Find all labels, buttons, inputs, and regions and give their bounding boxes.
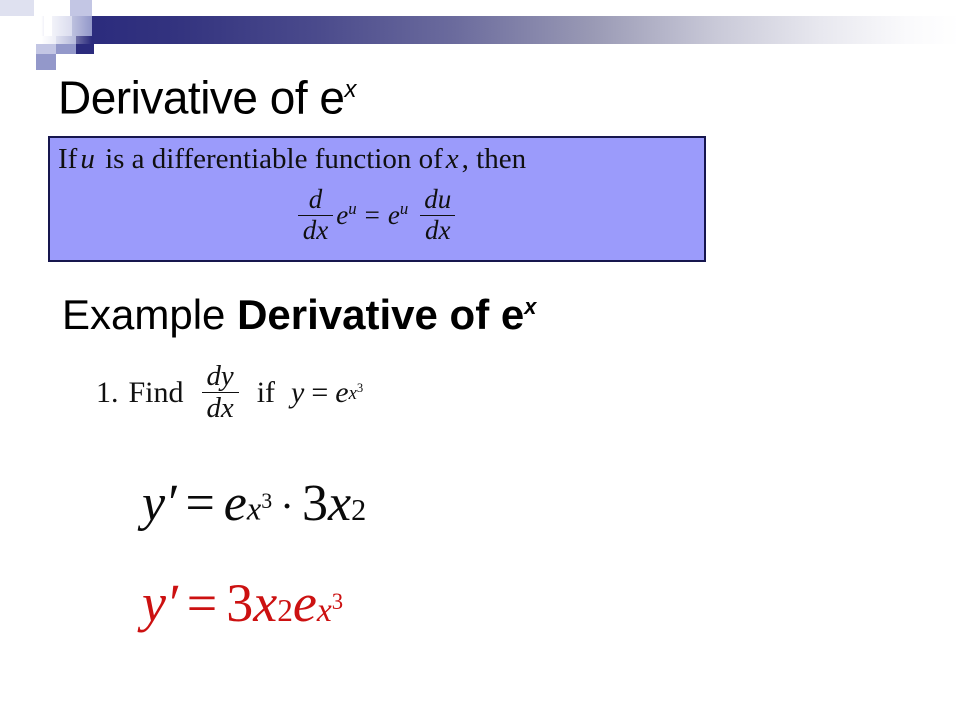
- deco-left-fade: [0, 16, 92, 44]
- rule-formula-rhs-exponent: u: [399, 199, 409, 219]
- header-gradient-bar: [88, 16, 960, 44]
- step2-exponent-power: 3: [331, 588, 344, 614]
- rule-statement: If u is a differentiable function of x, th…: [58, 140, 700, 178]
- step1-coefficient: 3: [302, 475, 329, 532]
- step2-base: e: [292, 573, 317, 633]
- step2-exponent-base: x: [316, 592, 332, 629]
- slide-decoration: [0, 0, 960, 70]
- rule-statement-middle: is a differentiable function of: [105, 143, 443, 175]
- rule-formula-rhs-exponential: eu: [388, 199, 408, 231]
- step1-variable-power: 2: [351, 493, 367, 527]
- example-heading: Example Derivative of ex: [62, 281, 536, 341]
- rule-formula-lhs-denominator: dx: [297, 214, 334, 245]
- step1-exponent-power: 3: [261, 488, 273, 514]
- problem-base: e: [335, 375, 349, 409]
- step1-multiply-operator: ·: [280, 483, 295, 529]
- problem-derivative-fraction: dy dx: [201, 360, 239, 424]
- step2-equals: =: [186, 573, 218, 633]
- problem-find-word: Find: [128, 375, 184, 409]
- solution-step-1: y ′ = e x3 · 3x2: [142, 474, 366, 533]
- rule-formula-lhs-numerator: d: [308, 184, 323, 214]
- problem-exponent-base: x: [348, 382, 357, 404]
- problem-exponent-power: 3: [356, 380, 364, 395]
- problem-statement: 1. Find dy dx if y = e x3: [96, 360, 364, 424]
- step2-prime: ′: [165, 573, 178, 633]
- problem-frac-numerator: dy: [206, 360, 234, 392]
- rule-formula-lhs-exponential: eu: [336, 199, 356, 231]
- example-heading-lead: Example: [62, 291, 238, 338]
- step2-lhs: y: [142, 573, 166, 633]
- problem-number: 1.: [96, 375, 119, 409]
- rule-statement-var-u: u: [80, 143, 95, 175]
- step1-lhs: y: [142, 475, 166, 532]
- example-heading-strong: Derivative of e: [237, 291, 525, 338]
- problem-lhs: y: [291, 375, 305, 409]
- page-title-text: Derivative of e: [58, 71, 345, 124]
- deco-square-8: [36, 54, 56, 70]
- rule-formula-lhs-exponent: u: [348, 199, 357, 219]
- step2-variable: x: [253, 573, 278, 633]
- step1-exponent: x3: [247, 488, 272, 528]
- rule-statement-prefix: If: [58, 143, 78, 175]
- rule-formula-rhs-base: e: [387, 200, 400, 231]
- step1-equals: =: [185, 475, 215, 532]
- rule-statement-suffix: , then: [461, 143, 527, 175]
- step2-variable-power: 2: [277, 593, 293, 628]
- example-heading-exponent: x: [524, 294, 537, 319]
- rule-formula-equals: =: [364, 199, 380, 230]
- step1-variable: x: [328, 475, 352, 532]
- step1-prime: ′: [165, 475, 177, 532]
- solution-step-2-answer: y ′ = 3 x 2 e x3: [142, 572, 343, 634]
- rule-formula-rhs-fraction: du dx: [419, 184, 456, 245]
- rule-formula-rhs-denominator: dx: [419, 214, 456, 245]
- step1-exponent-base: x: [246, 491, 262, 527]
- rule-formula-rhs-numerator: du: [424, 184, 452, 214]
- page-title-exponent: x: [344, 76, 357, 103]
- rule-box: If u is a differentiable function of x, th…: [48, 136, 706, 262]
- rule-formula-lhs-base: e: [336, 200, 349, 231]
- step2-coefficient: 3: [226, 573, 254, 633]
- rule-statement-var-x: x: [445, 143, 459, 175]
- rule-formula: d dx eu = eu du dx: [50, 184, 704, 245]
- step2-exponent: x3: [317, 589, 343, 630]
- problem-frac-denominator: dx: [201, 392, 239, 423]
- problem-if-word: if: [256, 375, 276, 409]
- problem-equals: =: [311, 375, 329, 409]
- deco-square-2: [70, 0, 92, 16]
- page-title: Derivative of ex: [58, 62, 356, 125]
- rule-formula-lhs-fraction: d dx: [297, 184, 334, 245]
- step1-base: e: [223, 475, 247, 532]
- problem-exponent: x3: [349, 381, 364, 405]
